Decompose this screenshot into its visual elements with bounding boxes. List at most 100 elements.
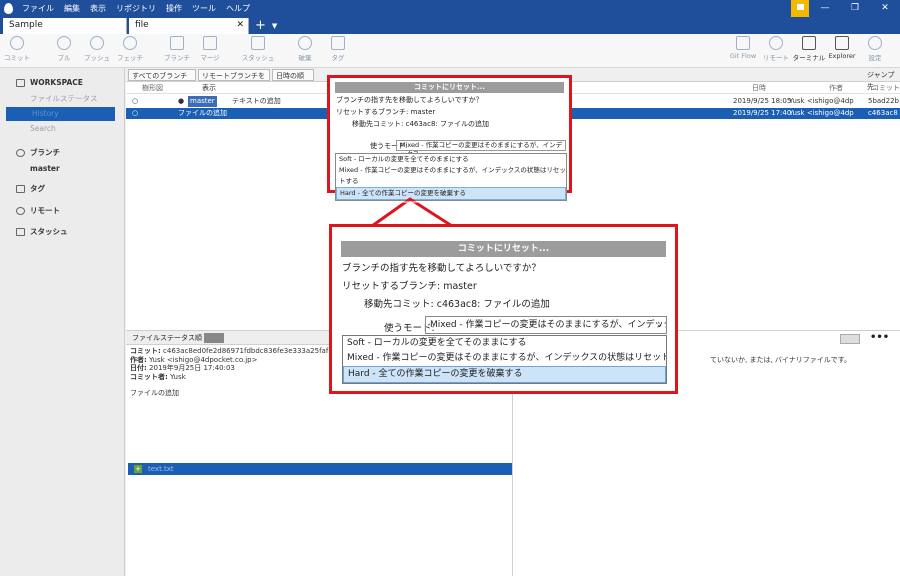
tab-file[interactable]: file ✕	[129, 18, 249, 34]
sidebar-item-master[interactable]: master	[0, 162, 125, 176]
fetch-button[interactable]: フェッチ	[110, 36, 150, 62]
jump-to-label: ジャンプ先:	[867, 71, 895, 91]
show-remote-checkbox[interactable]: リモートブランチを表示	[198, 69, 270, 92]
branches-label: ブランチ	[30, 148, 60, 157]
menu-tools[interactable]: ツール	[187, 3, 221, 14]
sidebar-workspace-header: WORKSPACE	[0, 76, 125, 90]
menu-help[interactable]: ヘルプ	[221, 3, 255, 14]
gitflow-icon	[736, 36, 750, 50]
new-tab-button[interactable]: +	[249, 18, 272, 34]
commit-hash: 5bad22b	[868, 97, 899, 105]
sidebar-tags-header[interactable]: タグ	[0, 182, 125, 196]
dialog-question: ブランチの指す先を移動してよろしいですか？	[336, 96, 483, 104]
close-window-button[interactable]: ✕	[870, 0, 900, 17]
settings-label: 設定	[868, 54, 882, 62]
cloud-icon	[16, 207, 25, 215]
commit-label: コミット	[4, 54, 30, 62]
terminal-label: ターミナル	[792, 54, 826, 62]
minimize-button[interactable]: —	[810, 0, 840, 17]
head-marker-icon: ●	[178, 97, 185, 105]
stash-label: スタッシュ	[241, 54, 275, 62]
option-hard[interactable]: Hard - 全ての作業コピーの変更を破棄する	[336, 187, 566, 200]
tab-sample[interactable]: Sample	[3, 18, 127, 34]
tag-button[interactable]: タグ	[318, 36, 358, 62]
graph-node-icon: ○	[132, 109, 139, 117]
branch-label: リセットするブランチ:	[336, 108, 409, 116]
sidebar-item-search[interactable]: Search	[0, 122, 125, 136]
branch-filter-select[interactable]: すべてのブランチ	[128, 69, 196, 81]
menu-edit[interactable]: 編集	[59, 3, 85, 14]
list-view-icon[interactable]	[204, 333, 224, 343]
sidebar-item-history[interactable]: History	[6, 107, 115, 121]
push-label: プッシュ	[84, 54, 110, 62]
merge-icon	[203, 36, 217, 50]
folder-icon	[835, 36, 849, 50]
commit-author: Yusk <ishigo@4dp	[789, 97, 854, 105]
menu-repository[interactable]: リポジトリ	[111, 3, 161, 14]
monitor-icon	[16, 79, 25, 87]
sidebar-item-file-status[interactable]: ファイルステータス	[0, 92, 125, 106]
pull-label: プル	[57, 54, 71, 62]
option-soft[interactable]: Soft - ローカルの変更を全てそのままにする	[343, 336, 666, 351]
discard-label: 破棄	[298, 54, 312, 62]
detail-commit-label: コミット:	[130, 347, 161, 355]
order-select[interactable]: 日時の順	[272, 69, 314, 81]
commit-hash: c463ac8	[868, 109, 898, 117]
sidebar-stashes-header[interactable]: スタッシュ	[0, 225, 125, 239]
col-graph[interactable]: 樹形図	[142, 82, 163, 94]
title-bar: ファイル 編集 表示 リポジトリ 操作 ツール ヘルプ — ❐ ✕	[0, 0, 900, 17]
fetch-label: フェッチ	[117, 54, 143, 62]
commit-button[interactable]: コミット	[0, 36, 37, 62]
reset-dialog-small: コミットにリセット... ブランチの指す先を移動してよろしいですか？ リセットす…	[327, 75, 572, 201]
discard-icon	[298, 36, 312, 50]
option-mixed[interactable]: Mixed - 作業コピーの変更はそのままにするが、インデックスの状態はリセット…	[343, 351, 666, 366]
flag-icon[interactable]	[791, 0, 809, 17]
dialog-title: コミットにリセット...	[335, 82, 564, 93]
tags-label: タグ	[30, 184, 45, 193]
stash-button[interactable]: スタッシュ	[238, 36, 278, 62]
col-commit[interactable]: コミット	[872, 82, 900, 94]
commit-date: 2019/9/25 17:40	[733, 109, 792, 117]
col-author[interactable]: 作者	[829, 82, 843, 94]
sidebar-remotes-header[interactable]: リモート	[0, 204, 125, 218]
detail-author-value: Yusk <ishigo@4dpocket.co.jp>	[149, 355, 258, 364]
detail-date-label: 日付:	[130, 364, 147, 372]
more-options-icon[interactable]: •••	[870, 332, 889, 343]
diff-options-gear-icon[interactable]	[840, 334, 860, 344]
target-value: c463ac8: ファイルの追加	[436, 299, 550, 310]
terminal-icon	[802, 36, 816, 50]
settings-button[interactable]: 設定	[855, 36, 895, 62]
branch-icon	[16, 149, 25, 157]
branch-label: ブランチ	[164, 54, 190, 62]
commit-icon	[10, 36, 24, 50]
dialog-target-row: 移動先コミット: c463ac8: ファイルの追加	[330, 119, 569, 129]
option-hard[interactable]: Hard - 全ての作業コピーの変更を破棄する	[343, 366, 666, 383]
tab-list-caret-icon[interactable]: ▼	[272, 18, 277, 34]
detail-commit-value: c463ac8ed0fe2d86971fdbdc836fe3e333a25faf…	[163, 347, 351, 355]
option-soft[interactable]: Soft - ローカルの変更を全てそのままにする	[336, 154, 566, 165]
tab-label: file	[135, 20, 149, 30]
maximize-button[interactable]: ❐	[840, 0, 870, 17]
sidebar-branches-header[interactable]: ブランチ	[0, 146, 125, 160]
fetch-icon	[123, 36, 137, 50]
file-list-item[interactable]: + text.txt	[128, 463, 512, 475]
menu-file[interactable]: ファイル	[17, 3, 59, 14]
menu-view[interactable]: 表示	[85, 3, 111, 14]
col-date[interactable]: 日時	[752, 82, 766, 94]
merge-button[interactable]: マージ	[190, 36, 230, 62]
chevron-down-icon[interactable]: ⌄	[656, 317, 663, 333]
close-tab-icon[interactable]: ✕	[236, 20, 244, 30]
menu-actions[interactable]: 操作	[161, 3, 187, 14]
branch-value: master	[410, 108, 436, 116]
detail-committer-value: Yusk	[170, 372, 186, 381]
branch-icon	[170, 36, 184, 50]
detail-committer-label: コミット者:	[130, 372, 168, 381]
workspace-label: WORKSPACE	[30, 78, 83, 87]
option-mixed[interactable]: Mixed - 作業コピーの変更はそのままにするが、インデックスの状態はリセット…	[336, 165, 566, 187]
file-sort-select[interactable]: ファイルステータス順	[132, 334, 202, 342]
mode-select[interactable]: Mixed - 作業コピーの変更はそのままにするが、インデックス	[396, 140, 566, 158]
branch-value: master	[443, 281, 477, 292]
stash-icon	[16, 228, 25, 236]
tag-icon	[331, 36, 345, 50]
mode-select[interactable]: Mixed - 作業コピーの変更はそのままにするが、インデックス ⌄	[425, 316, 667, 334]
